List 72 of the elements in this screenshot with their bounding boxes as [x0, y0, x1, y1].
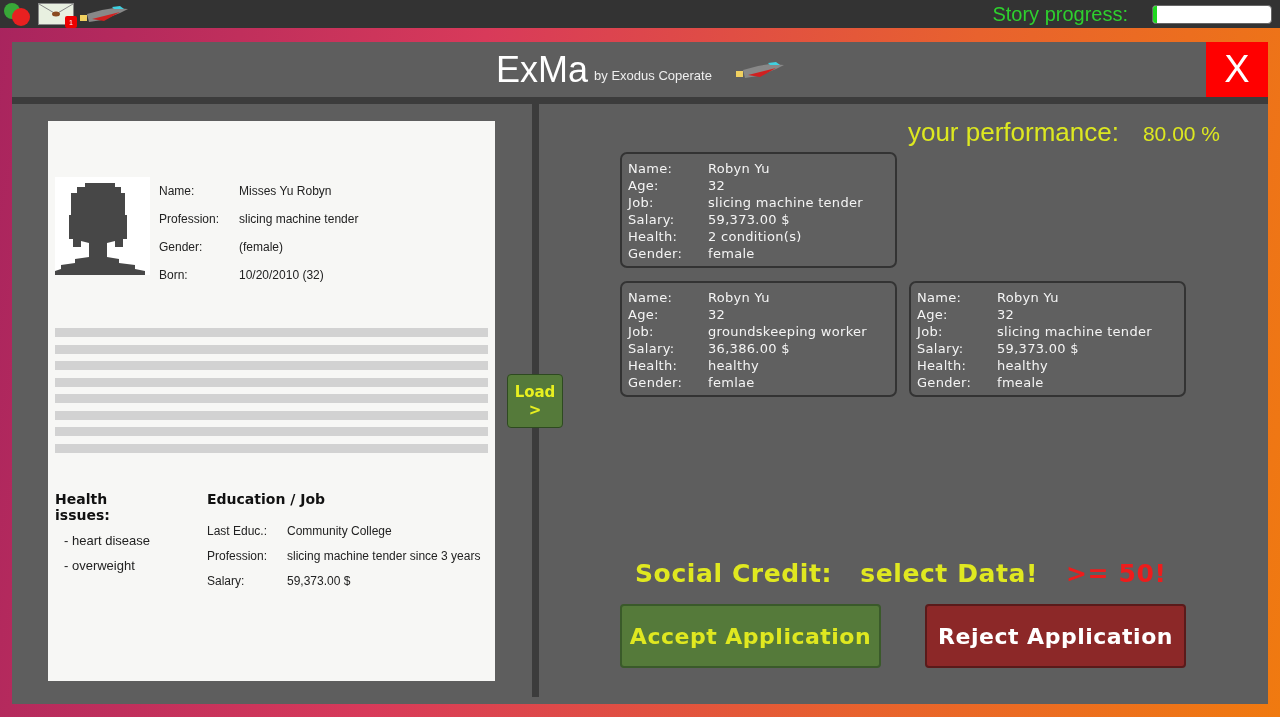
record-label: Salary:	[917, 340, 965, 357]
field-value: Misses Yu Robyn	[239, 184, 333, 198]
field-label: Salary:	[207, 573, 246, 588]
record-label: Gender:	[917, 374, 973, 391]
record-value: femlae	[708, 374, 756, 391]
record-label: Health:	[917, 357, 968, 374]
record-label: Gender:	[628, 374, 684, 391]
field-label: Born:	[159, 268, 189, 282]
health-issue: - heart disease	[63, 532, 151, 548]
load-button[interactable]: Load >	[507, 374, 563, 428]
reject-button[interactable]: Reject Application	[925, 604, 1186, 668]
record-value: 36,386.00 $	[708, 340, 791, 357]
record-value: healthy	[708, 357, 760, 374]
field-value: 59,373.00 $	[287, 573, 352, 588]
field-label: Name:	[159, 184, 196, 198]
record-value: fmeale	[997, 374, 1045, 391]
record-value: 32	[997, 306, 1016, 323]
record-label: Salary:	[628, 340, 676, 357]
record-label: Name:	[628, 160, 674, 177]
performance-label: your performance:	[907, 117, 1119, 148]
window-title: ExMa	[496, 48, 589, 91]
section-heading: Education / Job	[207, 490, 327, 507]
field-value: Community College	[287, 523, 393, 538]
health-issue: - overweight	[63, 557, 136, 573]
record-card[interactable]: Name: Robyn Yu Age: 32 Job: slicing machine tender Salary: 59,373.00 $ Health: 2 condition(s) Gender: female	[620, 152, 897, 268]
social-credit-label: Social Credit:	[635, 559, 833, 588]
record-value: female	[708, 245, 756, 262]
record-value: Robyn Yu	[708, 289, 771, 306]
field-label: Profession:	[207, 548, 269, 563]
record-card[interactable]: Name: Robyn Yu Age: 32 Job: groundskeeping worker Salary: 36,386.00 $ Health: healthy Gender: femlae	[620, 281, 897, 397]
record-value: 59,373.00 $	[708, 211, 791, 228]
record-label: Age:	[917, 306, 949, 323]
record-value: healthy	[997, 357, 1049, 374]
status-dots-icon[interactable]	[2, 1, 32, 27]
record-value: Robyn Yu	[708, 160, 771, 177]
spaceship-icon	[80, 3, 128, 25]
avatar-silhouette-icon	[55, 177, 150, 275]
record-label: Age:	[628, 177, 660, 194]
record-label: Health:	[628, 228, 679, 245]
record-label: Name:	[917, 289, 963, 306]
record-label: Age:	[628, 306, 660, 323]
record-label: Job:	[628, 323, 655, 340]
record-value: Robyn Yu	[997, 289, 1060, 306]
record-value: groundskeeping worker	[708, 323, 868, 340]
field-label: Last Educ.:	[207, 523, 269, 538]
record-label: Health:	[628, 357, 679, 374]
field-value: slicing machine tender since 3 years	[287, 548, 481, 563]
social-credit-value: select Data!	[860, 559, 1039, 588]
record-value: 32	[708, 177, 727, 194]
section-heading: Health issues:	[55, 490, 111, 523]
record-value: slicing machine tender	[708, 194, 864, 211]
record-value: 32	[708, 306, 727, 323]
record-label: Gender:	[628, 245, 684, 262]
performance-value: 80.00 %	[1142, 122, 1220, 146]
record-value: 2 condition(s)	[708, 228, 803, 245]
record-label: Job:	[917, 323, 944, 340]
field-value: (female)	[239, 240, 284, 254]
record-label: Salary:	[628, 211, 676, 228]
window-subtitle: by Exodus Coperate	[594, 68, 712, 83]
story-progress-label: Story progress:	[992, 2, 1128, 26]
close-button[interactable]: X	[1206, 42, 1268, 97]
record-value: 59,373.00 $	[997, 340, 1080, 357]
record-value: slicing machine tender	[997, 323, 1153, 340]
field-value: slicing machine tender	[239, 212, 359, 226]
field-value: 10/20/2010 (32)	[239, 268, 325, 282]
social-credit-threshold: >= 50!	[1066, 559, 1167, 588]
field-label: Gender:	[159, 240, 204, 254]
accept-button[interactable]: Accept Application	[620, 604, 881, 668]
record-label: Name:	[628, 289, 674, 306]
record-label: Job:	[628, 194, 655, 211]
field-label: Profession:	[159, 212, 221, 226]
record-card[interactable]: Name: Robyn Yu Age: 32 Job: slicing machine tender Salary: 59,373.00 $ Health: healthy Gender: fmeale	[909, 281, 1186, 397]
